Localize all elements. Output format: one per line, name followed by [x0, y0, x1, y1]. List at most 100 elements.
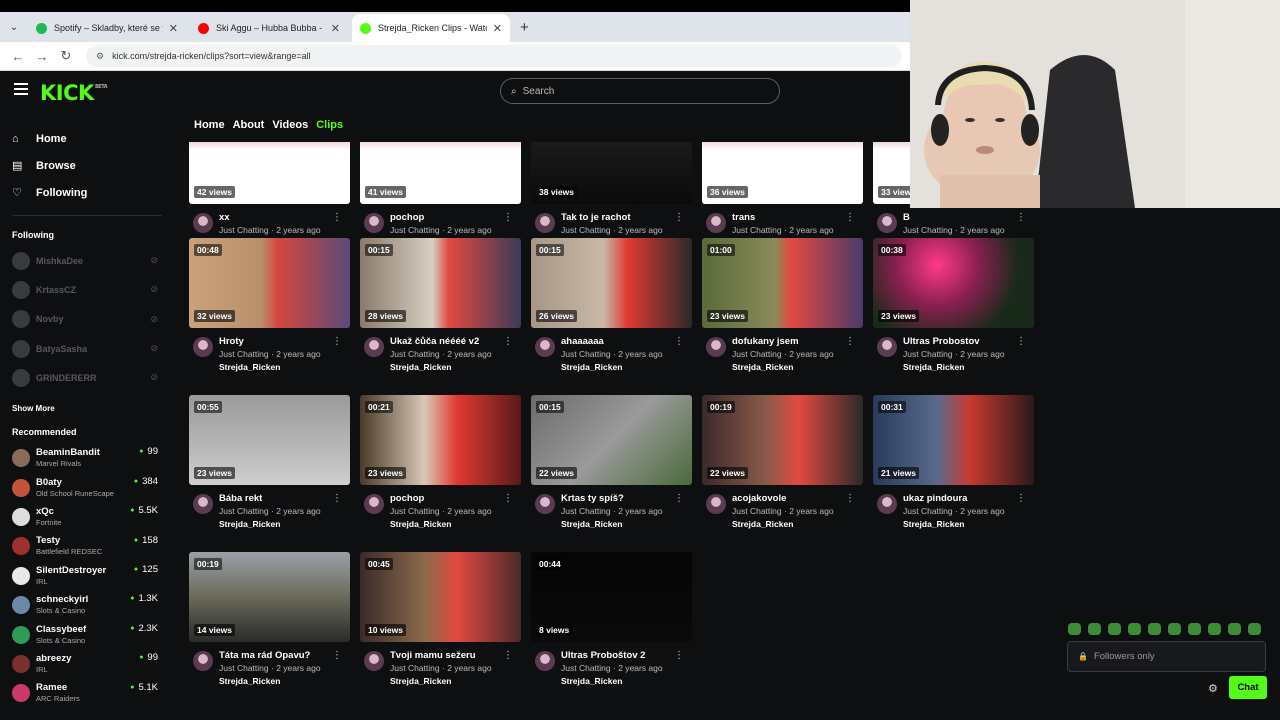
clip-card[interactable]: 00:48 32 views Hroty Just Chatting · 2 year… — [189, 238, 350, 374]
channel-avatar[interactable] — [193, 651, 213, 671]
clip-card[interactable]: 41 views pochop Just Chatting · 2 years ag… — [360, 142, 521, 250]
clip-title[interactable]: Tak to je rachot — [561, 211, 674, 224]
chat-send-button[interactable]: Chat — [1229, 676, 1267, 699]
clip-card[interactable]: 00:15 26 views ahaaaaaa Just Chatting · 2 y… — [531, 238, 692, 374]
clip-title[interactable]: Táta ma rád Opavu? — [219, 649, 332, 662]
channel-avatar[interactable] — [364, 651, 384, 671]
kick-logo[interactable]: KICK BETA — [40, 81, 108, 105]
channel-avatar[interactable] — [364, 494, 384, 514]
emote-icon[interactable] — [1108, 623, 1121, 635]
tab-videos[interactable]: Videos — [272, 119, 308, 131]
sidebar-nav-browse[interactable]: ▤ Browse — [12, 152, 170, 179]
clip-card[interactable]: 00:19 22 views acojakovole Just Chatting · … — [702, 395, 863, 531]
browser-tab[interactable]: Strejda_Ricken Clips - Watch Live ✕ — [352, 14, 510, 42]
channel-avatar[interactable] — [364, 213, 384, 233]
recommended-item[interactable]: schneckyirlSlots & Casino1.3K — [0, 590, 170, 619]
clip-thumbnail[interactable]: 00:45 10 views — [360, 552, 521, 642]
clip-channel[interactable]: Strejda_Ricken — [390, 361, 503, 374]
clip-thumbnail[interactable]: 00:55 23 views — [189, 395, 350, 485]
clip-category[interactable]: Just Chatting — [390, 225, 440, 235]
clip-title[interactable]: pochop — [390, 492, 503, 505]
emote-icon[interactable] — [1228, 623, 1241, 635]
more-options-icon[interactable]: ⋮ — [674, 336, 684, 374]
clip-card[interactable]: 00:38 23 views Ultras Probostov Just Chatti… — [873, 238, 1034, 374]
sidebar-nav-following[interactable]: ♡ Following — [12, 179, 170, 206]
more-options-icon[interactable]: ⋮ — [845, 336, 855, 374]
clip-channel[interactable]: Strejda_Ricken — [561, 518, 674, 531]
clip-thumbnail[interactable]: 00:21 23 views — [360, 395, 521, 485]
following-item[interactable]: BatyaSasha ⊘ — [0, 334, 170, 363]
clip-card[interactable]: 00:31 21 views ukaz pindoura Just Chatting … — [873, 395, 1034, 531]
browser-tab[interactable]: Ski Aggu – Hubba Bubba - YouTube ✕ — [190, 14, 348, 42]
clip-title[interactable]: xx — [219, 211, 332, 224]
clip-card[interactable]: 38 views Tak to je rachot Just Chatting · … — [531, 142, 692, 250]
more-options-icon[interactable]: ⋮ — [674, 650, 684, 688]
recommended-item[interactable]: xQcFortnite5.5K — [0, 502, 170, 531]
clip-title[interactable]: pochop — [390, 211, 503, 224]
channel-avatar[interactable] — [706, 337, 726, 357]
clip-channel[interactable]: Strejda_Ricken — [732, 361, 845, 374]
tab-close-icon[interactable]: ✕ — [169, 22, 178, 35]
clip-card[interactable]: 00:55 23 views Bába rekt Just Chatting · 2 … — [189, 395, 350, 531]
clip-thumbnail[interactable]: 00:44 8 views — [531, 552, 692, 642]
clip-title[interactable]: Ukaž čůča néééé v2 — [390, 335, 503, 348]
more-options-icon[interactable]: ⋮ — [503, 493, 513, 531]
new-tab-button[interactable]: + — [520, 19, 529, 36]
channel-avatar[interactable] — [364, 337, 384, 357]
clip-channel[interactable]: Strejda_Ricken — [219, 518, 332, 531]
tab-search-dropdown[interactable]: ⌄ — [4, 15, 24, 39]
clip-channel[interactable]: Strejda_Ricken — [219, 361, 332, 374]
clip-thumbnail[interactable]: 00:38 23 views — [873, 238, 1034, 328]
channel-avatar[interactable] — [535, 213, 555, 233]
clip-channel[interactable]: Strejda_Ricken — [903, 361, 1016, 374]
emote-icon[interactable] — [1128, 623, 1141, 635]
clip-thumbnail[interactable]: 00:15 22 views — [531, 395, 692, 485]
emote-icon[interactable] — [1068, 623, 1081, 635]
clip-category[interactable]: Just Chatting — [219, 225, 269, 235]
tab-about[interactable]: About — [233, 119, 265, 131]
clip-thumbnail[interactable]: 01:00 23 views — [702, 238, 863, 328]
channel-avatar[interactable] — [877, 494, 897, 514]
url-field[interactable]: ⚙ kick.com/strejda-ricken/clips?sort=vie… — [86, 45, 902, 67]
emote-icon[interactable] — [1208, 623, 1221, 635]
clip-thumbnail[interactable]: 00:19 14 views — [189, 552, 350, 642]
emote-icon[interactable] — [1168, 623, 1181, 635]
recommended-item[interactable]: B0atyOld School RuneScape384 — [0, 473, 170, 502]
more-options-icon[interactable]: ⋮ — [1016, 493, 1026, 531]
clip-channel[interactable]: Strejda_Ricken — [390, 675, 503, 688]
reload-icon[interactable]: ↻ — [54, 48, 78, 64]
clip-title[interactable]: Tvoji mamu sežeru — [390, 649, 503, 662]
clip-thumbnail[interactable]: 00:19 22 views — [702, 395, 863, 485]
clip-category[interactable]: Just Chatting — [390, 349, 440, 359]
following-item[interactable]: KrtassCZ ⊘ — [0, 275, 170, 304]
clip-title[interactable]: trans — [732, 211, 845, 224]
clip-category[interactable]: Just Chatting — [561, 663, 611, 673]
clip-channel[interactable]: Strejda_Ricken — [903, 518, 1016, 531]
tab-clips[interactable]: Clips — [316, 119, 343, 131]
channel-avatar[interactable] — [706, 494, 726, 514]
search-input[interactable]: ⌕ Search — [500, 78, 780, 104]
tab-close-icon[interactable]: ✕ — [331, 22, 340, 35]
clip-channel[interactable]: Strejda_Ricken — [561, 361, 674, 374]
clip-title[interactable]: Bába rekt — [219, 492, 332, 505]
clip-category[interactable]: Just Chatting — [219, 506, 269, 516]
clip-category[interactable]: Just Chatting — [903, 225, 953, 235]
clip-title[interactable]: Krtas ty spíš? — [561, 492, 674, 505]
recommended-item[interactable]: BeaminBanditMarvel Rivals99 — [0, 443, 170, 472]
back-icon[interactable]: ← — [6, 49, 30, 64]
clip-channel[interactable]: Strejda_Ricken — [219, 675, 332, 688]
clip-category[interactable]: Just Chatting — [732, 225, 782, 235]
chat-input[interactable]: 🔒 Followers only — [1067, 641, 1266, 672]
clip-title[interactable]: ahaaaaaa — [561, 335, 674, 348]
clip-category[interactable]: Just Chatting — [732, 506, 782, 516]
clip-thumbnail[interactable]: 00:31 21 views — [873, 395, 1034, 485]
clip-category[interactable]: Just Chatting — [561, 349, 611, 359]
forward-icon[interactable]: → — [30, 49, 54, 64]
clip-title[interactable]: Ultras Proboštov 2 — [561, 649, 674, 662]
channel-avatar[interactable] — [535, 651, 555, 671]
emote-icon[interactable] — [1188, 623, 1201, 635]
clip-card[interactable]: 00:44 8 views Ultras Proboštov 2 Just Chatt… — [531, 552, 692, 688]
clip-thumbnail[interactable]: 00:48 32 views — [189, 238, 350, 328]
more-options-icon[interactable]: ⋮ — [503, 650, 513, 688]
clip-title[interactable]: ukaz pindoura — [903, 492, 1016, 505]
